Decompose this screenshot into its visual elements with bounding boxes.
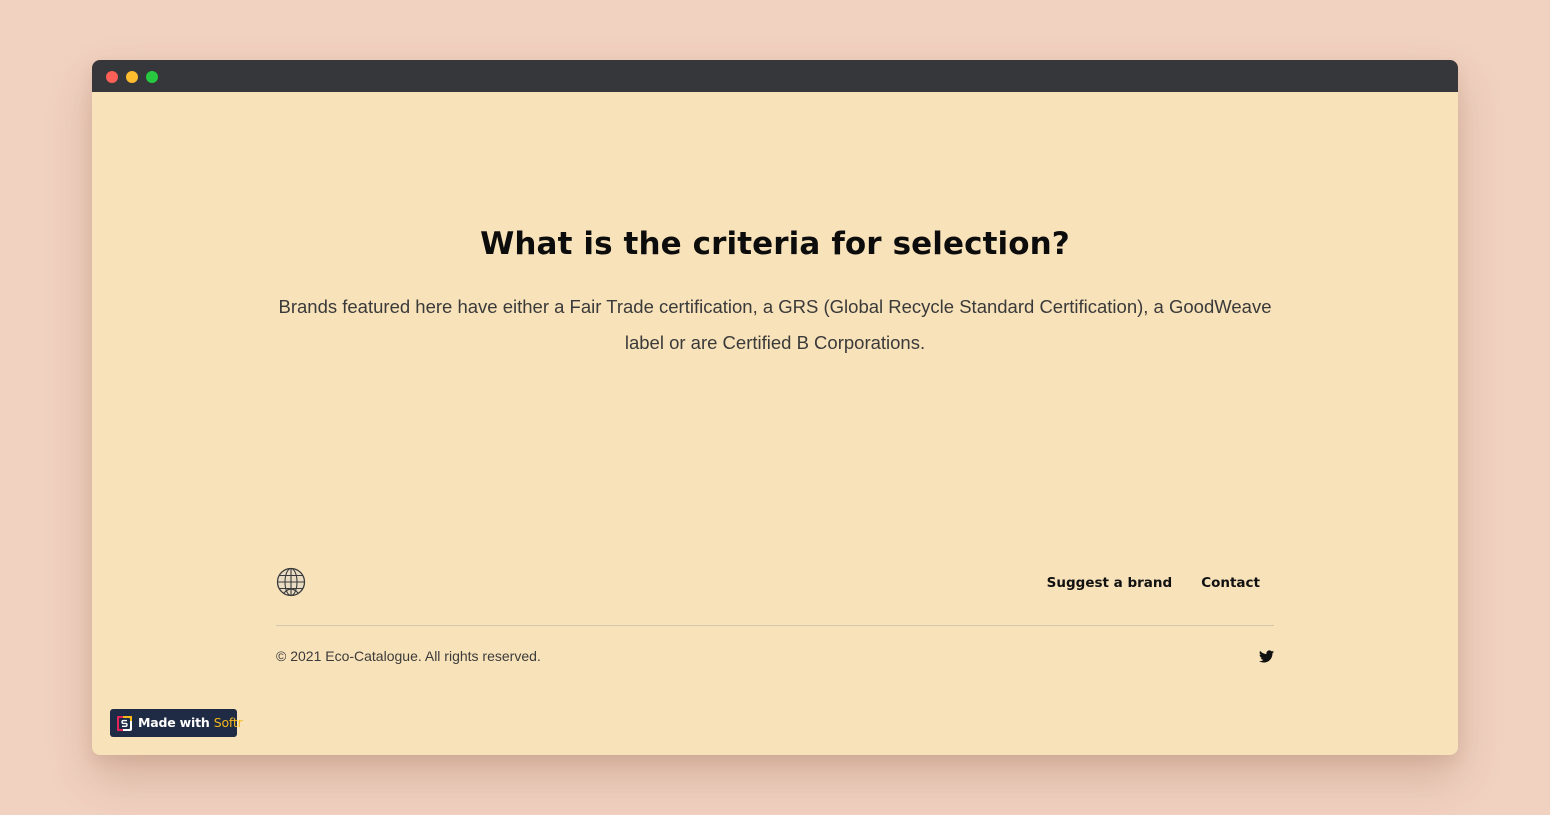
badge-text: Made with Softr [138,715,243,731]
page-content: What is the criteria for selection? Bran… [92,92,1458,755]
badge-prefix: Made with [138,715,210,730]
minimize-window-button[interactable] [126,71,138,83]
footer-nav: Suggest a brand Contact [1047,573,1260,593]
globe-icon[interactable] [276,567,306,597]
made-with-softr-badge[interactable]: Made with Softr [110,709,243,737]
twitter-icon[interactable] [1259,650,1274,663]
contact-link[interactable]: Contact [1201,573,1260,593]
site-footer: Suggest a brand Contact © 2021 Eco-Catal… [276,567,1274,707]
section-body-text: Brands featured here have either a Fair … [278,296,1272,353]
close-window-button[interactable] [106,71,118,83]
maximize-window-button[interactable] [146,71,158,83]
window-titlebar [92,60,1458,92]
softr-logo-icon [117,715,132,731]
copyright-text: © 2021 Eco-Catalogue. All rights reserve… [276,648,541,664]
section-heading: What is the criteria for selection? [480,226,1070,262]
badge-brand: Softr [213,715,243,730]
footer-divider [276,625,1274,626]
suggest-brand-link[interactable]: Suggest a brand [1047,573,1173,593]
browser-window: What is the criteria for selection? Bran… [92,60,1458,755]
